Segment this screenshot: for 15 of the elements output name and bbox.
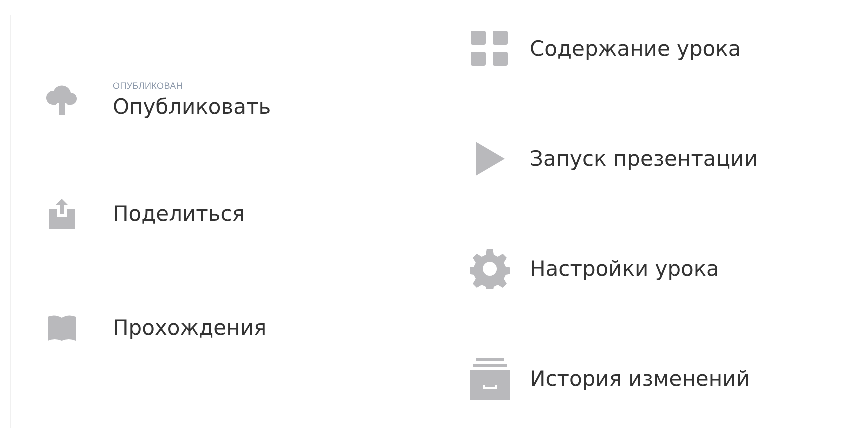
grid-icon <box>471 30 509 67</box>
settings-icon <box>470 249 510 290</box>
menu-item[interactable]: Опубликовать <box>113 95 272 119</box>
play-icon <box>474 140 506 177</box>
menu-item[interactable]: Прохождения <box>113 316 267 340</box>
share-icon <box>49 199 75 229</box>
status-label: ОПУБЛИКОВАН <box>113 81 184 91</box>
menu-item[interactable]: История изменений <box>530 367 750 392</box>
menu-item[interactable]: Запуск презентации <box>530 146 758 171</box>
menu-item[interactable]: Настройки урока <box>530 257 720 282</box>
menu-item[interactable]: Содержание урока <box>530 36 742 61</box>
menu-item[interactable]: Поделиться <box>113 202 245 226</box>
archive-icon <box>470 358 510 400</box>
cloud-upload-icon <box>45 83 79 117</box>
book-icon <box>48 315 76 341</box>
